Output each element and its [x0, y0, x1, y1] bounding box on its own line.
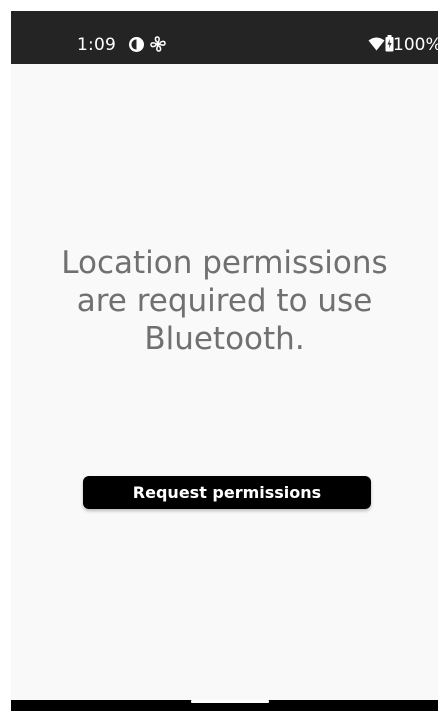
fan-icon [150, 36, 166, 52]
permission-message-line: Bluetooth. [144, 321, 305, 357]
status-bar: 1:09 100% [11, 11, 438, 64]
request-permissions-button[interactable]: Request permissions [83, 476, 371, 509]
gesture-handle[interactable] [191, 700, 269, 703]
battery-percent: 100% [393, 35, 438, 55]
permission-message-line: are required to use [76, 283, 373, 319]
permission-message-line: Location permissions [61, 245, 388, 281]
permission-message: Location permissions are required to use… [11, 244, 438, 358]
navigation-bar [11, 700, 438, 711]
app-screen: 1:09 100% Location permissions are requi… [11, 11, 438, 711]
status-time: 1:09 [77, 35, 116, 55]
data-saver-icon [128, 36, 145, 53]
wifi-icon [368, 37, 385, 51]
